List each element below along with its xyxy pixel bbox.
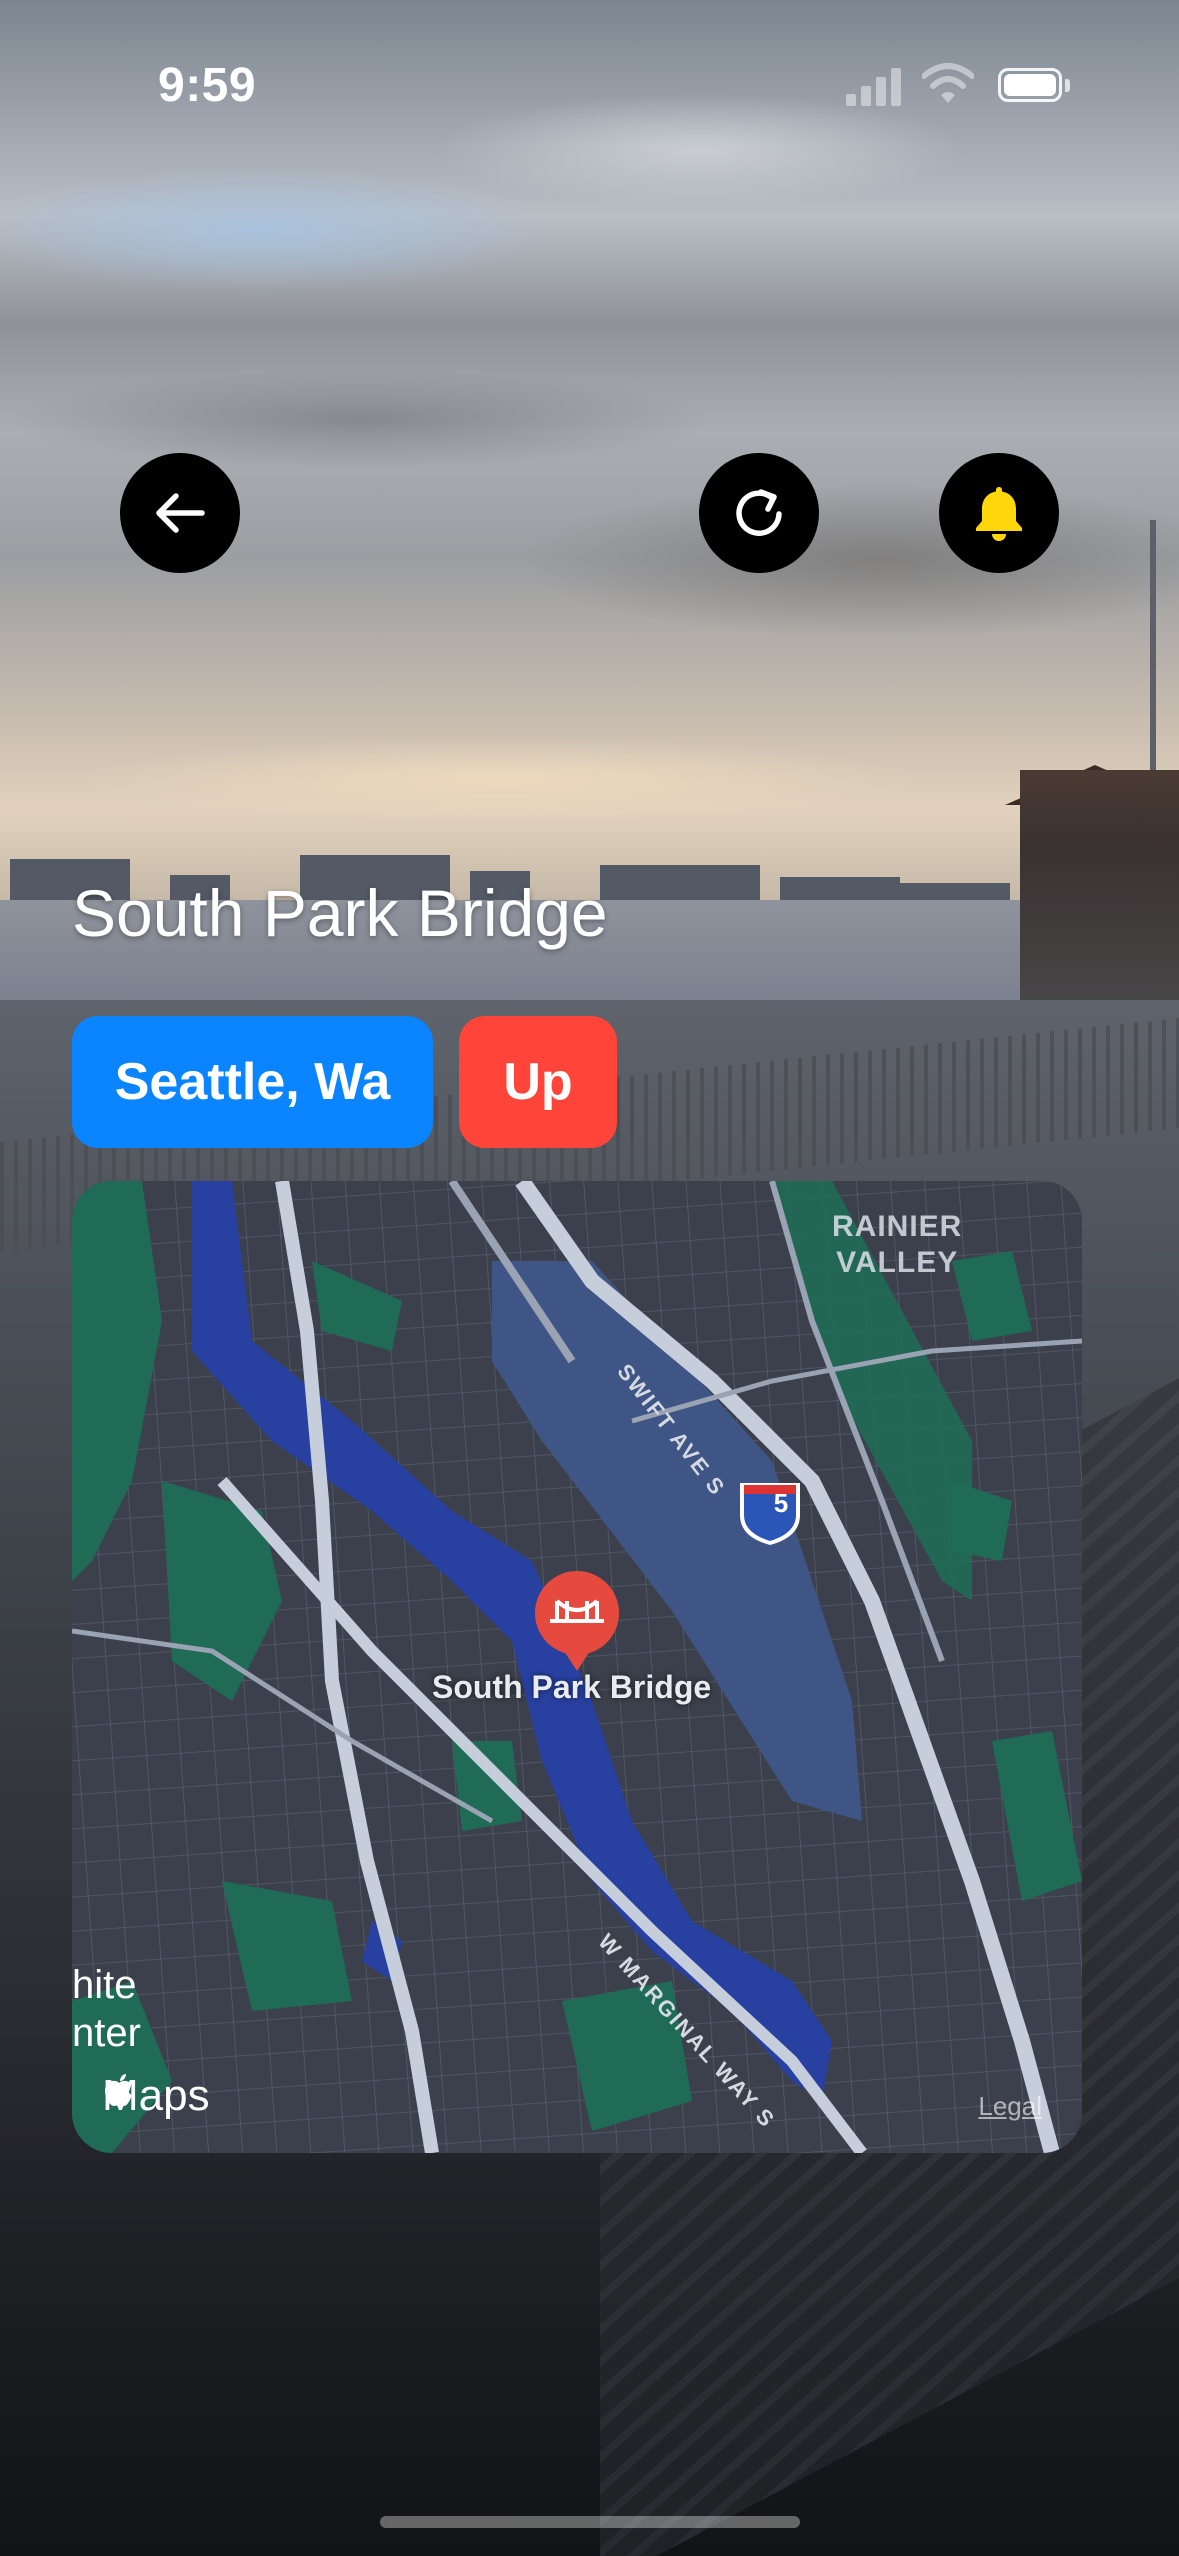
apple-logo-icon [105, 2074, 132, 2106]
back-button[interactable] [120, 453, 240, 573]
status-time: 9:59 [158, 59, 257, 112]
battery-icon [998, 68, 1070, 104]
wifi-icon [922, 63, 974, 103]
bridge-tower [1020, 770, 1179, 1030]
bridge-status-badge[interactable]: Up [459, 1016, 617, 1148]
home-indicator[interactable] [380, 2516, 800, 2528]
bell-icon [976, 487, 1022, 541]
area-label: RAINIER VALLEY [832, 1210, 963, 1279]
maps-attribution: Maps [102, 2071, 210, 2120]
map-pin-label: South Park Bridge [432, 1669, 712, 1705]
status-bar: 9:59 [0, 0, 1179, 170]
interstate-number: 5 [773, 1488, 789, 1518]
cellular-signal-icon [846, 66, 902, 106]
map-canvas [72, 1181, 1082, 2153]
legal-link[interactable]: Legal [978, 2091, 1042, 2122]
arrow-left-icon [156, 493, 205, 533]
refresh-button[interactable] [699, 453, 819, 573]
bridge-name: South Park Bridge [72, 876, 608, 950]
notifications-button[interactable] [939, 453, 1059, 573]
city-badge[interactable]: Seattle, Wa [72, 1016, 433, 1148]
edge-label: hite nter [72, 1963, 141, 2055]
refresh-icon [736, 489, 782, 536]
map-view[interactable]: RAINIER VALLEY SWIFT AVE S 5 South Park … [72, 1181, 1082, 2153]
